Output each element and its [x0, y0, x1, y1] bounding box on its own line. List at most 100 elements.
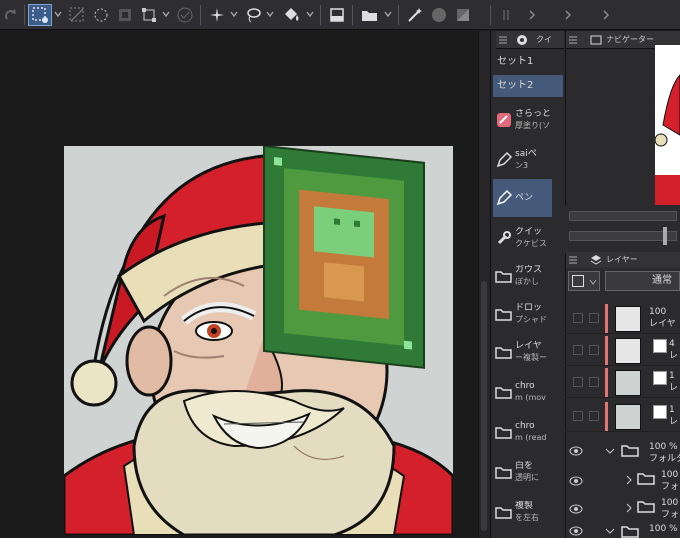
folder-icon: [493, 265, 515, 287]
subtool-label: 白を: [515, 461, 534, 471]
layer-mask-icon: [653, 405, 667, 419]
chevron-right-icon[interactable]: [560, 4, 576, 26]
folder-icon: [493, 421, 515, 443]
auto-select-icon[interactable]: [206, 4, 228, 26]
subtool-item[interactable]: 白を 透明に: [493, 453, 552, 491]
layer-property-icon[interactable]: [326, 4, 348, 26]
subtool-label: クイッ: [515, 227, 543, 237]
subtool-item[interactable]: クイッ クケビス: [493, 219, 552, 257]
chevron-right-icon[interactable]: [625, 503, 633, 513]
chevron-down-icon[interactable]: [230, 10, 238, 18]
set-tab-1[interactable]: セット1: [493, 51, 563, 73]
eye-icon[interactable]: [569, 476, 583, 486]
slider-handle[interactable]: [663, 227, 667, 245]
layer-color-marker: [605, 368, 608, 397]
navigator-icon: [590, 35, 602, 45]
chevron-down-icon[interactable]: [54, 10, 62, 18]
rect-selection-icon[interactable]: [28, 4, 52, 26]
invert-selection-icon[interactable]: [114, 4, 136, 26]
layer-opacity: 1: [669, 371, 675, 381]
layer-row[interactable]: 1レ: [565, 368, 680, 398]
tab-quick-access[interactable]: クイ: [496, 31, 564, 49]
transform-icon[interactable]: [138, 4, 160, 26]
subtool-item[interactable]: chro m (read: [493, 413, 552, 451]
layer-row[interactable]: 1レ: [565, 402, 680, 432]
subtool-label: さらっと: [515, 109, 551, 119]
subtool-item[interactable]: chro m (mov: [493, 373, 552, 411]
set-tab-2[interactable]: セット2: [493, 75, 563, 97]
layer-lock-checkbox[interactable]: [589, 377, 599, 387]
layer-checkbox[interactable]: [573, 377, 583, 387]
chevron-down-icon[interactable]: [266, 10, 274, 18]
subtool-item[interactable]: レイヤ ー複製ー: [493, 333, 552, 371]
chevron-right-icon[interactable]: [598, 4, 614, 26]
navigator-preview[interactable]: [655, 45, 680, 205]
layer-checkbox[interactable]: [573, 345, 583, 355]
subtool-item[interactable]: ガウス ぼかし: [493, 257, 552, 295]
subtool-label: レイヤ: [515, 341, 542, 351]
layer-color-marker: [605, 402, 608, 431]
layer-name: レイヤ: [649, 319, 676, 329]
layer-color-select[interactable]: [568, 271, 600, 291]
layer-row[interactable]: 100 レイヤ: [565, 304, 680, 334]
chevron-down-icon[interactable]: [605, 527, 615, 535]
chevron-down-icon: [589, 279, 597, 285]
chevron-right-icon[interactable]: [625, 475, 633, 485]
toolbar: [0, 0, 680, 30]
tab-label: ナビゲーター: [606, 35, 654, 44]
redo-icon[interactable]: [2, 4, 20, 26]
chevron-down-icon[interactable]: [605, 447, 615, 455]
lasso-icon[interactable]: [242, 4, 264, 26]
layer-lock-checkbox[interactable]: [589, 411, 599, 421]
subtool-label: 複製: [515, 501, 534, 511]
folder-row[interactable]: 100 % フォルダ: [565, 438, 680, 468]
subtool-item[interactable]: saiペ ン3: [493, 141, 552, 179]
folder-icon: [493, 381, 515, 403]
magic-wand-icon[interactable]: [404, 4, 426, 26]
eye-icon[interactable]: [569, 446, 583, 456]
chevron-down-icon[interactable]: [162, 10, 170, 18]
select-all-icon[interactable]: [90, 4, 112, 26]
blend-mode-select[interactable]: 通常: [605, 271, 680, 291]
tone-icon[interactable]: [452, 4, 474, 26]
subtool-item-selected[interactable]: ペン: [493, 179, 552, 217]
folder-icon: [637, 501, 655, 513]
color-slider-area: [565, 205, 680, 253]
layer-color-marker: [605, 304, 608, 333]
chevron-down-icon[interactable]: [384, 10, 392, 18]
eye-icon[interactable]: [569, 526, 583, 536]
subtool-label: ペン: [515, 192, 534, 203]
canvas-area[interactable]: [0, 31, 478, 538]
slider-track[interactable]: [569, 211, 677, 221]
layer-lock-checkbox[interactable]: [589, 345, 599, 355]
chevron-down-icon[interactable]: [306, 10, 314, 18]
subtool-item[interactable]: 複製 を左右: [493, 493, 552, 531]
folder-opacity: 100 %: [661, 470, 680, 480]
subtool-sublabel: 厚塗り(ソ: [515, 121, 551, 130]
folder-icon: [493, 501, 515, 523]
subtool-sublabel: 透明に: [515, 473, 539, 482]
subtool-sublabel: ぼかし: [515, 277, 539, 286]
folder-row[interactable]: 100 %: [565, 522, 680, 538]
panel-nav-icon[interactable]: [496, 4, 516, 26]
open-folder-icon[interactable]: [358, 4, 382, 26]
fill-bucket-icon[interactable]: [280, 4, 304, 26]
layer-checkbox[interactable]: [573, 411, 583, 421]
scrollbar-thumb[interactable]: [481, 281, 487, 531]
chevron-right-icon[interactable]: [524, 4, 540, 26]
disabled-circle-icon[interactable]: [428, 4, 450, 26]
subtool-item[interactable]: ドロッ プシャド: [493, 295, 552, 333]
layer-row[interactable]: 4レ: [565, 336, 680, 366]
folder-name: フォ: [661, 482, 680, 492]
layer-lock-checkbox[interactable]: [589, 313, 599, 323]
clip-studio-window: セット1 セット2 さらっと厚塗り(ソ saiペン3 ペン クイックケビス: [0, 0, 680, 538]
confirm-icon[interactable]: [174, 4, 196, 26]
deselect-icon[interactable]: [66, 4, 88, 26]
eye-icon[interactable]: [569, 504, 583, 514]
subtool-item[interactable]: さらっと厚塗り(ソ: [493, 101, 552, 139]
layer-checkbox[interactable]: [573, 313, 583, 323]
tab-layer[interactable]: レイヤー: [566, 252, 680, 268]
subtool-scrollbar[interactable]: [478, 31, 490, 538]
slider-track[interactable]: [569, 231, 677, 241]
folder-name: フォルダ: [649, 454, 680, 464]
